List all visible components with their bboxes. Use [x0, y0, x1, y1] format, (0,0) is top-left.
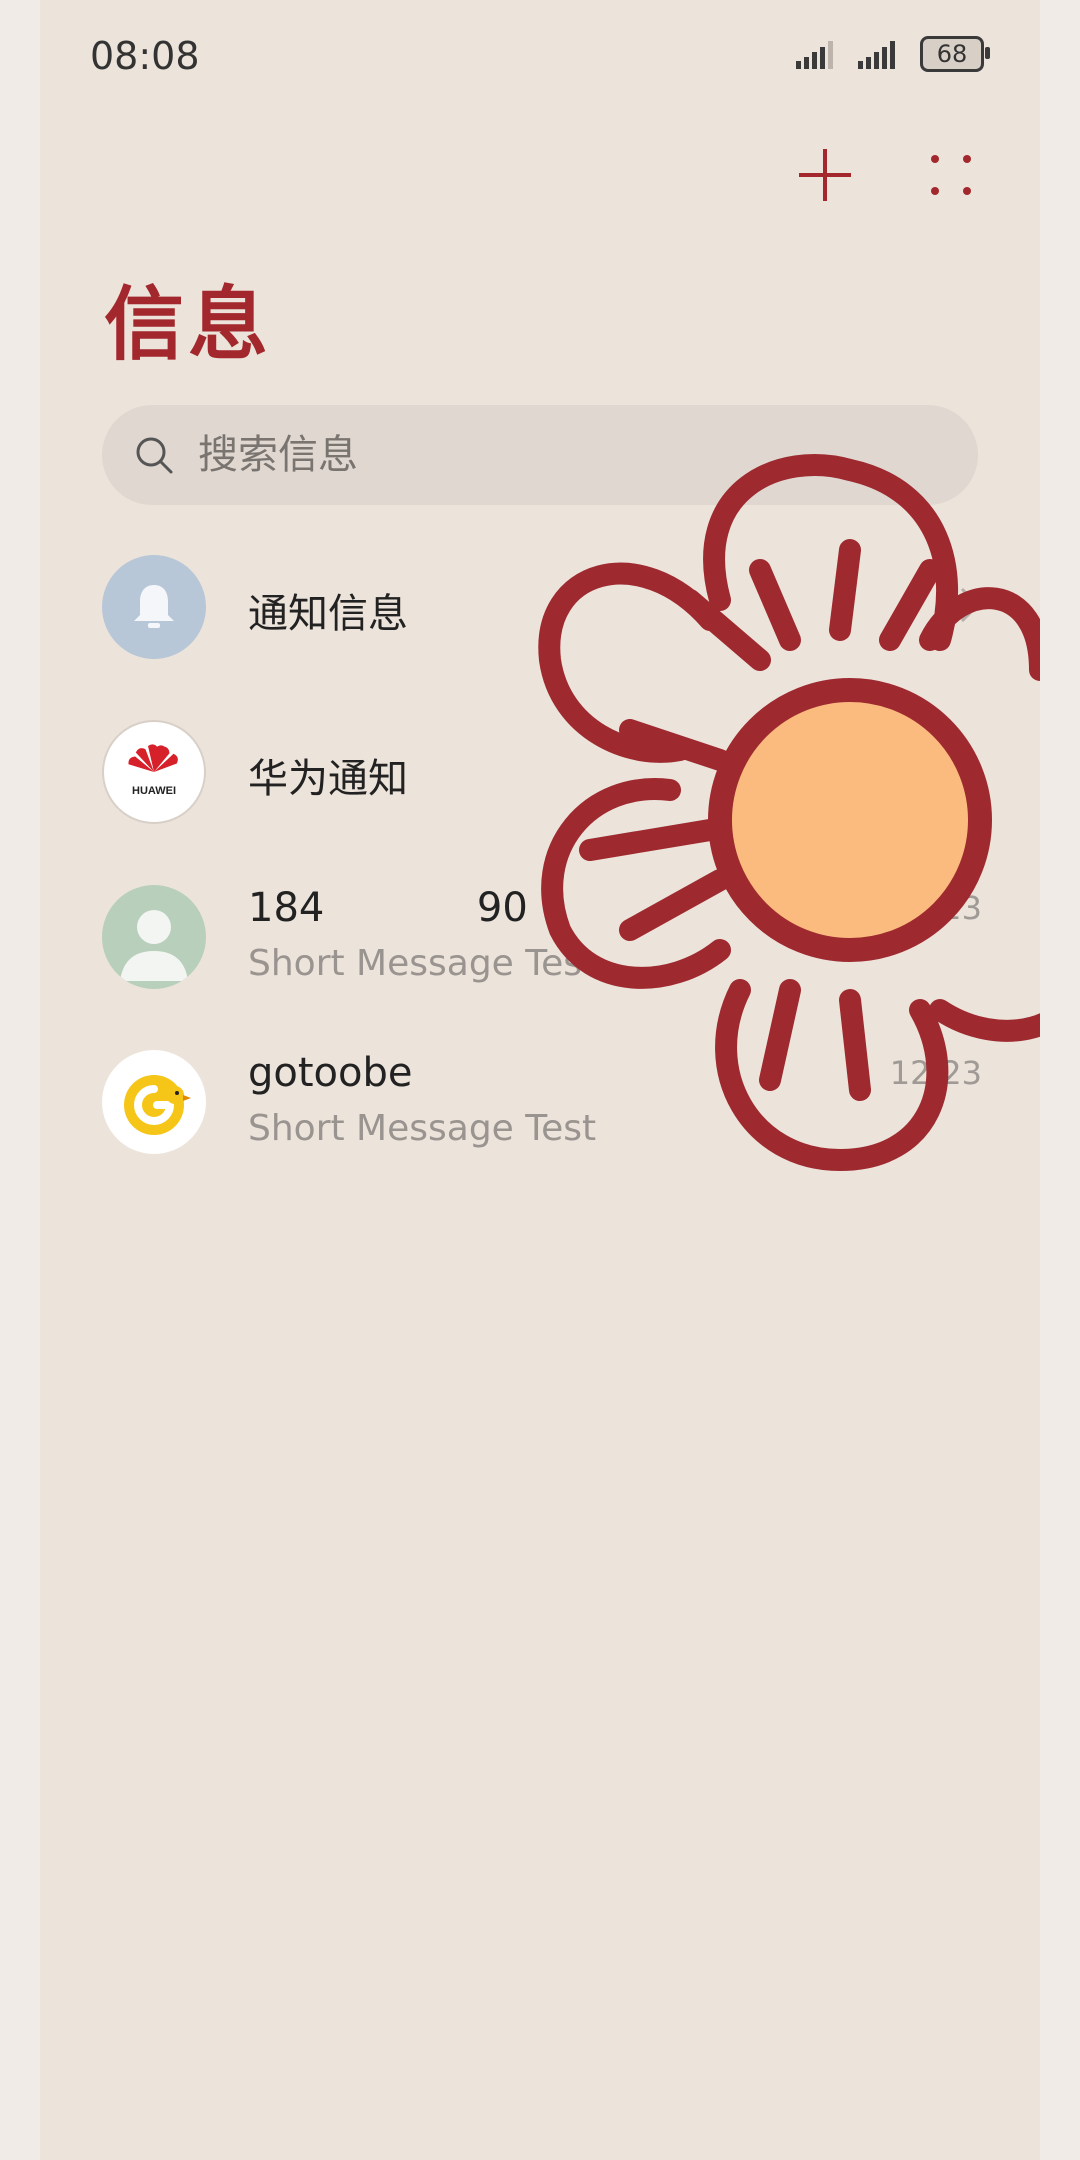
huawei-wordmark: HUAWEI: [132, 785, 176, 797]
search-icon: [136, 437, 173, 474]
search-input[interactable]: [196, 431, 960, 479]
status-icons: 68: [796, 36, 990, 72]
conversation-item[interactable]: 184 90 Short Message Test 12/23: [102, 875, 982, 995]
conversation-name: 华为通知: [248, 756, 408, 802]
message-preview: Short Message Test: [248, 1108, 597, 1149]
gotoobe-logo: [124, 1075, 191, 1135]
new-message-button[interactable]: [790, 140, 860, 210]
conversation-item[interactable]: HUAWEI 华为通知: [102, 710, 982, 830]
notification-avatar: [102, 555, 206, 659]
conversation-name: 通知信息: [248, 591, 408, 637]
signal-icon: [796, 39, 840, 69]
conversation-item[interactable]: gotoobe Short Message Test 12/23: [102, 1040, 982, 1160]
conversation-name: 184 90: [248, 885, 528, 931]
contact-avatar: [102, 885, 206, 989]
message-date: 12/23: [889, 889, 982, 927]
bell-icon: [134, 585, 174, 628]
huawei-avatar: HUAWEI: [102, 720, 206, 824]
page-title: 信息: [104, 278, 272, 371]
conversation-item[interactable]: 通知信息: [102, 545, 982, 665]
message-preview: Short Message Test: [248, 943, 597, 984]
gotoobe-avatar: [102, 1050, 206, 1154]
conversation-name: gotoobe: [248, 1050, 413, 1096]
person-icon: [120, 910, 188, 981]
chevron-right-icon: [960, 587, 981, 623]
signal-icon-2: [858, 39, 902, 69]
battery-indicator: 68: [920, 36, 990, 72]
more-dots-icon: [931, 155, 971, 195]
chevron-right-icon: [960, 752, 981, 788]
huawei-logo: HUAWEI: [128, 744, 178, 797]
search-bar[interactable]: [102, 405, 978, 505]
messages-screen: 08:08 68 信息 搜索信息 通知信息 HUAWEI 华为通知 184 90…: [40, 0, 1040, 2160]
message-date: 12/23: [889, 1054, 982, 1092]
plus-icon: [799, 149, 851, 201]
status-time: 08:08: [90, 34, 200, 78]
more-options-button[interactable]: [916, 140, 986, 210]
